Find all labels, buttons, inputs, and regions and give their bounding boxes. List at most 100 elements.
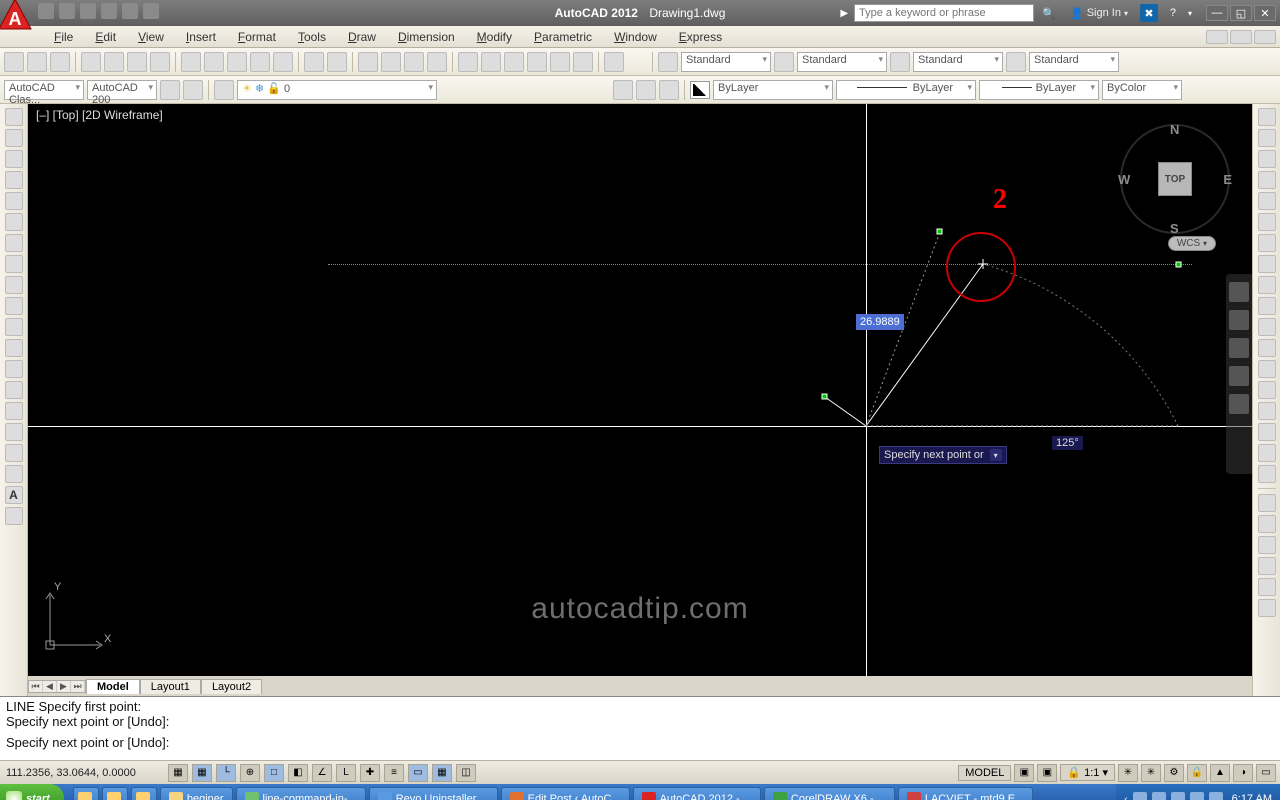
help-icon[interactable]: ? — [1164, 4, 1182, 22]
tab-next-icon[interactable]: ▶ — [57, 681, 71, 692]
lwt-toggle[interactable]: ≡ — [384, 764, 404, 782]
redo-icon[interactable] — [327, 52, 347, 72]
rectangle-icon[interactable] — [5, 192, 23, 210]
doc-close-button[interactable] — [1254, 30, 1276, 44]
mleader-style-dropdown[interactable]: Standard — [1029, 52, 1119, 72]
paste-icon[interactable] — [227, 52, 247, 72]
copy-icon[interactable] — [204, 52, 224, 72]
viewcube-n[interactable]: N — [1170, 122, 1179, 137]
layer-state-icon[interactable] — [636, 80, 656, 100]
drawing-canvas[interactable]: [–] [Top] [2D Wireframe] — [28, 104, 1252, 676]
quicklaunch-1[interactable] — [73, 787, 99, 800]
otrack-toggle[interactable]: ∠ — [312, 764, 332, 782]
spline-icon[interactable] — [5, 276, 23, 294]
cleanscreen-icon[interactable] — [604, 52, 624, 72]
qat-new-icon[interactable] — [38, 3, 54, 19]
app-menu-icon[interactable]: A — [0, 0, 36, 36]
task-coreldraw[interactable]: CorelDRAW X6 - ... — [764, 787, 895, 800]
menu-window[interactable]: Window — [604, 28, 667, 46]
task-revo[interactable]: Revo Uninstaller ... — [369, 787, 498, 800]
tray-expand-icon[interactable]: ‹ — [1124, 794, 1127, 800]
fillet-icon[interactable] — [1258, 423, 1276, 441]
markup-icon[interactable] — [550, 52, 570, 72]
arc-icon[interactable] — [5, 213, 23, 231]
quicklaunch-2[interactable] — [102, 787, 128, 800]
task-line-command[interactable]: line-command-in-... — [236, 787, 366, 800]
polygon-icon[interactable] — [5, 171, 23, 189]
table-style-dropdown[interactable]: Standard — [913, 52, 1003, 72]
menu-draw[interactable]: Draw — [338, 28, 386, 46]
quicklaunch-3[interactable] — [131, 787, 157, 800]
table-icon[interactable] — [5, 465, 23, 483]
circle-icon[interactable] — [5, 234, 23, 252]
explode-icon[interactable] — [1258, 465, 1276, 483]
textstyle-icon[interactable] — [658, 52, 678, 72]
draworder-icon[interactable] — [1258, 494, 1276, 512]
revcloud-icon[interactable] — [5, 255, 23, 273]
tray-icon-3[interactable] — [1171, 792, 1185, 800]
grid-toggle[interactable]: ▦ — [192, 764, 212, 782]
break-at-icon[interactable] — [1258, 339, 1276, 357]
close-button[interactable]: ✕ — [1254, 5, 1276, 21]
infocenter-search-input[interactable] — [854, 4, 1034, 22]
draworder3-icon[interactable] — [1258, 536, 1276, 554]
tab-first-icon[interactable]: ⏮ — [29, 681, 43, 692]
offset-icon[interactable] — [1258, 171, 1276, 189]
menu-dimension[interactable]: Dimension — [388, 28, 465, 46]
region-icon[interactable] — [5, 444, 23, 462]
cut-icon[interactable] — [181, 52, 201, 72]
ellipse-icon[interactable] — [5, 297, 23, 315]
hatch-icon[interactable] — [5, 402, 23, 420]
rotate-icon[interactable] — [1258, 234, 1276, 252]
lineweight-dropdown[interactable]: ByLayer — [979, 80, 1099, 100]
help-dropdown-icon[interactable]: ▾ — [1188, 9, 1192, 18]
ducs-toggle[interactable]: L — [336, 764, 356, 782]
construction-line-icon[interactable] — [5, 129, 23, 147]
draworder5-icon[interactable] — [1258, 578, 1276, 596]
qat-print-icon[interactable] — [143, 3, 159, 19]
insert-block-icon[interactable] — [5, 339, 23, 357]
tpy-toggle[interactable]: ▭ — [408, 764, 428, 782]
mtext-icon[interactable]: A — [5, 486, 23, 504]
chamfer-icon[interactable] — [1258, 402, 1276, 420]
dynamic-distance-input[interactable]: 26.9889 — [856, 314, 904, 330]
workspace-settings-icon[interactable] — [160, 80, 180, 100]
menu-modify[interactable]: Modify — [467, 28, 522, 46]
dyn-toggle[interactable]: ✚ — [360, 764, 380, 782]
anno-vis-icon[interactable]: ✳ — [1118, 764, 1138, 782]
menu-view[interactable]: View — [128, 28, 174, 46]
scale-icon[interactable] — [1258, 255, 1276, 273]
orbit-nav-icon[interactable] — [1229, 366, 1249, 386]
ortho-toggle[interactable]: └ — [216, 764, 236, 782]
viewcube-s[interactable]: S — [1170, 221, 1179, 236]
draworder6-icon[interactable] — [1258, 599, 1276, 617]
properties-icon[interactable] — [458, 52, 478, 72]
showmotion-icon[interactable] — [1229, 394, 1249, 414]
workspace-dropdown[interactable]: AutoCAD Clas... — [4, 80, 84, 100]
move-icon[interactable] — [1258, 213, 1276, 231]
restore-button[interactable]: ◱ — [1230, 5, 1252, 21]
quickview-layouts-icon[interactable]: ▣ — [1014, 764, 1034, 782]
menu-tools[interactable]: Tools — [288, 28, 336, 46]
tray-icon-1[interactable] — [1133, 792, 1147, 800]
zoom-nav-icon[interactable] — [1229, 338, 1249, 358]
qat-undo-icon[interactable] — [101, 3, 117, 19]
zoom-rt-icon[interactable] — [381, 52, 401, 72]
viewcube[interactable]: TOP N S E W — [1120, 124, 1230, 234]
pan-nav-icon[interactable] — [1229, 310, 1249, 330]
pan-icon[interactable] — [358, 52, 378, 72]
polar-toggle[interactable]: ⊕ — [240, 764, 260, 782]
quickview-drawings-icon[interactable]: ▣ — [1037, 764, 1057, 782]
toolbar-lock-icon[interactable]: 🔒 — [1187, 764, 1207, 782]
menu-format[interactable]: Format — [228, 28, 286, 46]
steering-wheel-icon[interactable] — [1229, 282, 1249, 302]
tablestyle-icon[interactable] — [890, 52, 910, 72]
viewcube-face[interactable]: TOP — [1158, 162, 1192, 196]
signin-button[interactable]: 👤Sign In▾ — [1064, 7, 1134, 20]
publish-icon[interactable] — [127, 52, 147, 72]
dcenter-icon[interactable] — [481, 52, 501, 72]
anno-auto-icon[interactable]: ✳ — [1141, 764, 1161, 782]
gradient-icon[interactable] — [5, 423, 23, 441]
qp-toggle[interactable]: ▦ — [432, 764, 452, 782]
toolpalette-icon[interactable] — [504, 52, 524, 72]
